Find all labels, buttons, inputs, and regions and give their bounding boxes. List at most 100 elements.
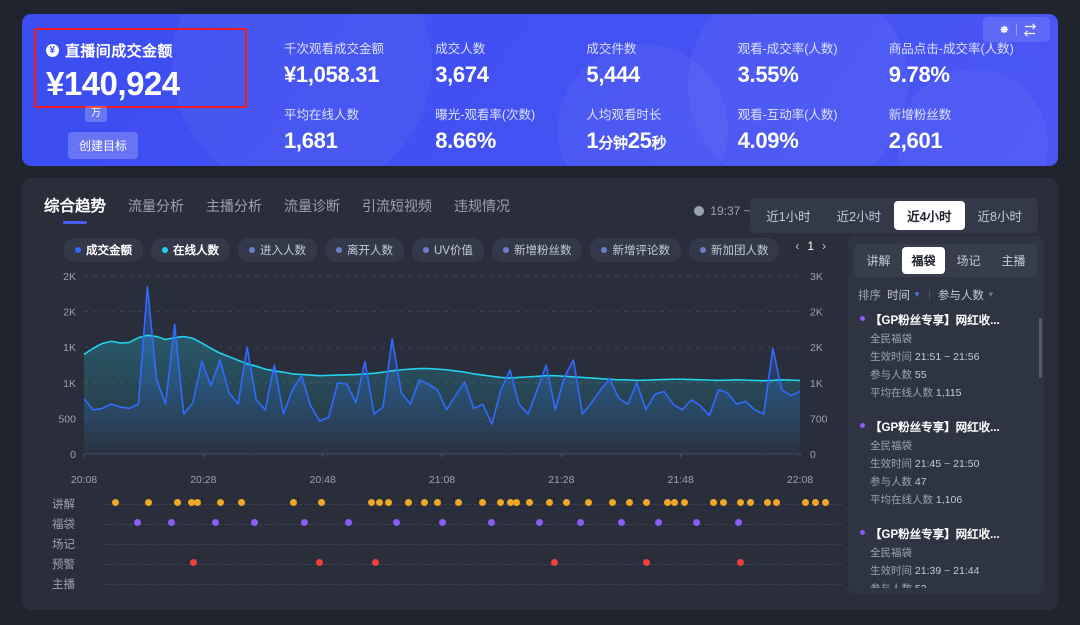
event-marker[interactable] (736, 499, 744, 506)
legend-item-0[interactable]: 成交金额 (64, 238, 143, 262)
event-marker[interactable] (434, 499, 442, 506)
event-marker[interactable] (315, 559, 323, 566)
event-marker[interactable] (376, 499, 384, 506)
event-marker[interactable] (237, 499, 245, 506)
event-marker[interactable] (371, 559, 379, 566)
event-marker[interactable] (642, 499, 650, 506)
range-button-3[interactable]: 近8小时 (965, 201, 1035, 230)
event-marker[interactable] (618, 519, 626, 526)
legend-item-1[interactable]: 在线人数 (151, 238, 230, 262)
legend-item-3[interactable]: 离开人数 (325, 238, 404, 262)
event-marker[interactable] (301, 519, 309, 526)
event-marker[interactable] (811, 499, 819, 506)
side-list-item[interactable]: 【GP粉丝专享】网红收... 全民福袋生效时间 21:39 ~ 21:44 参与人数… (858, 524, 1032, 588)
legend-item-6[interactable]: 新增评论数 (590, 238, 681, 262)
event-marker[interactable] (344, 519, 352, 526)
event-marker[interactable] (577, 519, 585, 526)
event-marker[interactable] (421, 499, 429, 506)
event-marker[interactable] (710, 499, 718, 506)
event-marker[interactable] (608, 499, 616, 506)
event-marker[interactable] (290, 499, 298, 506)
event-marker[interactable] (654, 519, 662, 526)
event-marker[interactable] (393, 519, 401, 526)
event-marker[interactable] (211, 519, 219, 526)
side-tab-1[interactable]: 福袋 (902, 247, 945, 274)
event-marker[interactable] (746, 499, 754, 506)
event-marker[interactable] (642, 559, 650, 566)
legend-color-dot (336, 247, 342, 253)
event-marker[interactable] (734, 519, 742, 526)
event-marker[interactable] (250, 519, 258, 526)
side-list-item[interactable]: 【GP粉丝专享】网红收... 全民福袋 生效时间 21:51 ~ 21:56 参与人数… (858, 310, 1032, 406)
event-marker[interactable] (512, 499, 520, 506)
y-axis-right-tick: 700 (810, 413, 828, 425)
event-marker[interactable] (550, 559, 558, 566)
event-marker[interactable] (625, 499, 633, 506)
exchange-icon[interactable] (1017, 20, 1043, 40)
event-marker[interactable] (562, 499, 570, 506)
sort-by-participants[interactable]: 参与人数 ▼ (938, 287, 995, 303)
event-marker[interactable] (318, 499, 326, 506)
event-marker[interactable] (670, 499, 678, 506)
event-marker[interactable] (405, 499, 413, 506)
event-marker[interactable] (145, 499, 153, 506)
tab-1[interactable]: 流量分析 (128, 196, 184, 224)
kpi-value: 9.78% (888, 62, 950, 87)
legend-prev-button[interactable]: ‹ (795, 239, 799, 253)
x-axis-tick: 20:48 (309, 474, 336, 486)
event-marker[interactable] (584, 499, 592, 506)
event-marker[interactable] (773, 499, 781, 506)
event-marker[interactable] (384, 499, 392, 506)
legend-item-5[interactable]: 新增粉丝数 (491, 238, 583, 262)
event-marker[interactable] (720, 499, 728, 506)
event-marker[interactable] (439, 519, 447, 526)
gear-icon[interactable] (990, 20, 1016, 40)
legend-item-7[interactable]: 新加团人数 (688, 238, 780, 262)
event-marker[interactable] (487, 519, 495, 526)
event-marker[interactable] (134, 519, 142, 526)
event-marker[interactable] (693, 519, 701, 526)
event-marker[interactable] (821, 499, 829, 506)
side-list-item[interactable]: 【GP粉丝专享】网红收... 全民福袋 生效时间 21:45 ~ 21:50 参与人数… (858, 417, 1032, 513)
event-marker[interactable] (763, 499, 771, 506)
tab-5[interactable]: 违规情况 (454, 196, 510, 224)
range-button-0[interactable]: 近1小时 (753, 201, 823, 230)
kpi-value: 4.09% (737, 128, 799, 153)
side-tab-0[interactable]: 讲解 (857, 247, 900, 274)
event-marker[interactable] (802, 499, 810, 506)
event-marker[interactable] (545, 499, 553, 506)
event-marker[interactable] (736, 559, 744, 566)
side-panel-scrollbar[interactable] (1039, 318, 1042, 378)
event-marker[interactable] (174, 499, 182, 506)
event-marker[interactable] (455, 499, 463, 506)
event-marker[interactable] (526, 499, 534, 506)
tab-3[interactable]: 流量诊断 (284, 196, 340, 224)
side-panel-list[interactable]: 【GP粉丝专享】网红收... 全民福袋 生效时间 21:51 ~ 21:56 参与人数… (852, 310, 1040, 588)
range-button-2[interactable]: 近4小时 (894, 201, 965, 230)
event-marker[interactable] (479, 499, 487, 506)
event-marker[interactable] (168, 519, 176, 526)
event-row: 讲解 (52, 494, 842, 514)
legend-item-4[interactable]: UV价值 (412, 238, 484, 262)
event-marker[interactable] (497, 499, 505, 506)
tab-4[interactable]: 引流短视频 (362, 196, 432, 224)
tab-2[interactable]: 主播分析 (206, 196, 262, 224)
event-marker[interactable] (194, 499, 202, 506)
event-marker[interactable] (190, 559, 198, 566)
trend-chart[interactable]: 2K 3K 2K 2K 1K 2K 1K 1K 500 700 0 0 (52, 270, 842, 470)
legend-item-2[interactable]: 进入人数 (238, 238, 317, 262)
trend-chart-svg[interactable]: 2K 3K 2K 2K 1K 2K 1K 1K 500 700 0 0 (52, 270, 842, 470)
event-marker[interactable] (367, 499, 375, 506)
tab-0[interactable]: 综合趋势 (44, 194, 106, 224)
side-tab-3[interactable]: 主播 (992, 247, 1035, 274)
range-button-1[interactable]: 近2小时 (824, 201, 894, 230)
event-marker[interactable] (112, 499, 120, 506)
event-marker[interactable] (681, 499, 689, 506)
side-tab-2[interactable]: 场记 (947, 247, 990, 274)
create-goal-button[interactable]: 创建目标 (68, 132, 139, 159)
info-icon[interactable]: ¥ (46, 44, 59, 57)
legend-next-button[interactable]: › (822, 239, 826, 253)
event-marker[interactable] (216, 499, 224, 506)
sort-by-time[interactable]: 时间 ▼ (887, 287, 921, 303)
event-marker[interactable] (536, 519, 544, 526)
